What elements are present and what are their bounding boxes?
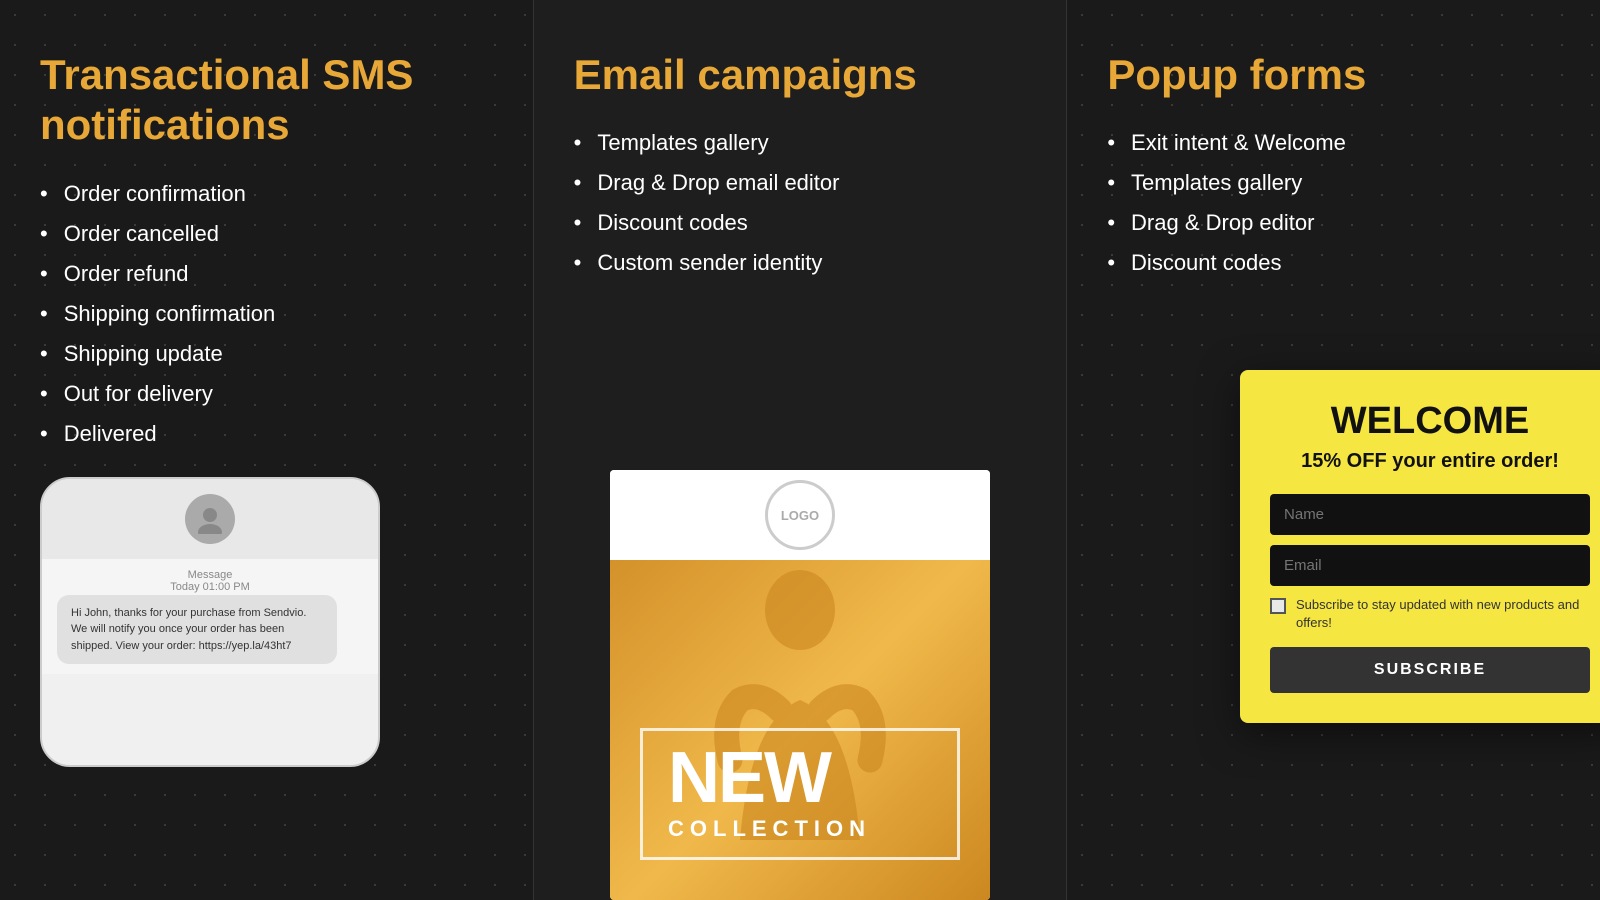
phone-body: Message Today 01:00 PM Hi John, thanks f… — [42, 559, 378, 675]
popup-feature-item: Templates gallery — [1107, 170, 1560, 196]
sms-feature-item: Order refund — [40, 261, 493, 287]
email-feature-item: Drag & Drop email editor — [574, 170, 1027, 196]
popup-name-input[interactable] — [1270, 494, 1590, 535]
popup-discount-text: 15% OFF your entire order! — [1270, 448, 1590, 474]
popup-welcome-title: WELCOME — [1270, 400, 1590, 443]
phone-mockup: Message Today 01:00 PM Hi John, thanks f… — [40, 477, 380, 767]
column-sms: Transactional SMS notifications Order co… — [0, 0, 534, 900]
popup-feature-item: Exit intent & Welcome — [1107, 130, 1560, 156]
sms-message-bubble: Hi John, thanks for your purchase from S… — [57, 595, 337, 665]
email-feature-item: Templates gallery — [574, 130, 1027, 156]
popup-checkbox-label: Subscribe to stay updated with new produ… — [1296, 596, 1590, 632]
email-mockup: LOGO NEW COLLECTION — [610, 470, 990, 900]
email-logo: LOGO — [765, 480, 835, 550]
sms-title: Transactional SMS notifications — [40, 50, 493, 151]
popup-checkbox[interactable] — [1270, 598, 1286, 614]
column-email: Email campaigns Templates gallery Drag & … — [534, 0, 1068, 900]
avatar — [185, 494, 235, 544]
sms-feature-list: Order confirmation Order cancelled Order r… — [40, 181, 493, 447]
popup-checkbox-row: Subscribe to stay updated with new produ… — [1270, 596, 1590, 632]
popup-subscribe-button[interactable]: SUBSCRIBE — [1270, 647, 1590, 693]
sms-feature-item: Order confirmation — [40, 181, 493, 207]
column-popup: Popup forms Exit intent & Welcome Templat… — [1067, 0, 1600, 900]
sms-feature-item: Out for delivery — [40, 381, 493, 407]
email-feature-list: Templates gallery Drag & Drop email edito… — [574, 130, 1027, 276]
sms-feature-item: Order cancelled — [40, 221, 493, 247]
phone-header — [42, 479, 378, 559]
popup-email-input[interactable] — [1270, 545, 1590, 586]
sms-feature-item: Shipping confirmation — [40, 301, 493, 327]
email-new-collection: NEW COLLECTION — [640, 728, 960, 860]
email-logo-area: LOGO — [610, 470, 990, 560]
email-feature-item: Custom sender identity — [574, 250, 1027, 276]
email-title: Email campaigns — [574, 50, 1027, 100]
popup-feature-list: Exit intent & Welcome Templates gallery Dr… — [1107, 130, 1560, 276]
email-new-text: NEW — [668, 746, 932, 811]
popup-feature-item: Discount codes — [1107, 250, 1560, 276]
phone-message-label: Message Today 01:00 PM — [57, 569, 363, 593]
email-image-area: NEW COLLECTION — [610, 560, 990, 900]
popup-title: Popup forms — [1107, 50, 1560, 100]
popup-feature-item: Drag & Drop editor — [1107, 210, 1560, 236]
email-feature-item: Discount codes — [574, 210, 1027, 236]
sms-feature-item: Shipping update — [40, 341, 493, 367]
popup-mockup: × WELCOME 15% OFF your entire order! Sub… — [1240, 370, 1600, 723]
sms-feature-item: Delivered — [40, 421, 493, 447]
email-collection-text: COLLECTION — [668, 816, 932, 842]
